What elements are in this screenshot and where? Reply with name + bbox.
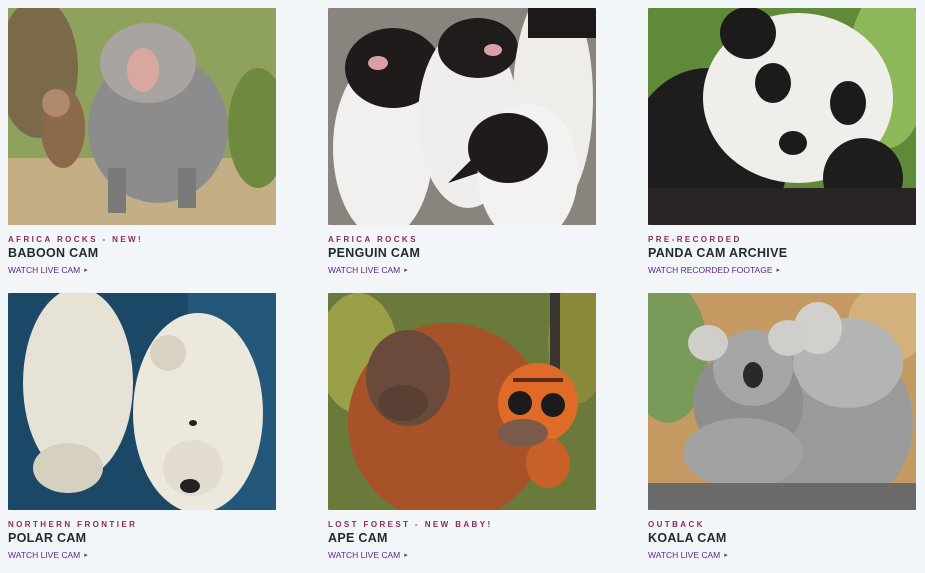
cam-title: BABOON CAM xyxy=(8,246,99,260)
baboon-photo[interactable] xyxy=(8,8,276,225)
arrow-right-icon: ▸ xyxy=(84,552,88,559)
cam-tag: Lost Forest - New Baby! xyxy=(328,520,493,529)
orangutan-photo[interactable] xyxy=(328,293,596,510)
cam-tag: Pre-Recorded xyxy=(648,235,742,244)
link-label: WATCH LIVE CAM xyxy=(328,265,401,275)
penguin-photo[interactable] xyxy=(328,8,596,225)
arrow-right-icon: ▸ xyxy=(404,552,408,559)
link-label: WATCH LIVE CAM xyxy=(328,550,401,560)
cam-card-baboon[interactable]: Africa Rocks - New! BABOON CAM WATCH LIV… xyxy=(8,8,276,293)
arrow-right-icon: ▸ xyxy=(724,552,728,559)
cam-card-koala[interactable]: Outback KOALA CAM WATCH LIVE CAM ▸ xyxy=(648,293,916,563)
cam-title: PANDA CAM ARCHIVE xyxy=(648,246,788,260)
cam-card-panda[interactable]: Pre-Recorded PANDA CAM ARCHIVE WATCH REC… xyxy=(648,8,916,293)
arrow-right-icon: ▸ xyxy=(776,267,781,274)
arrow-right-icon: ▸ xyxy=(404,267,408,274)
cam-grid: Africa Rocks - New! BABOON CAM WATCH LIV… xyxy=(8,8,916,563)
link-label: WATCH LIVE CAM xyxy=(648,550,721,560)
link-label: WATCH RECORDED FOOTAGE xyxy=(648,265,773,275)
cam-title: POLAR CAM xyxy=(8,531,87,545)
cam-tag: Outback xyxy=(648,520,705,529)
watch-live-cam-link[interactable]: WATCH LIVE CAM ▸ xyxy=(648,550,916,561)
cam-card-ape[interactable]: Lost Forest - New Baby! APE CAM WATCH LI… xyxy=(328,293,596,563)
cam-card-polar[interactable]: Northern Frontier POLAR CAM WATCH LIVE C… xyxy=(8,293,276,563)
watch-live-cam-link[interactable]: WATCH LIVE CAM ▸ xyxy=(328,550,596,561)
polar-bear-photo[interactable] xyxy=(8,293,276,510)
watch-recorded-footage-link[interactable]: WATCH RECORDED FOOTAGE ▸ xyxy=(648,265,916,276)
link-label: WATCH LIVE CAM xyxy=(8,550,81,560)
cam-tag: Northern Frontier xyxy=(8,520,138,529)
watch-live-cam-link[interactable]: WATCH LIVE CAM ▸ xyxy=(328,265,596,276)
cam-title: PENGUIN CAM xyxy=(328,246,421,260)
arrow-right-icon: ▸ xyxy=(84,267,88,274)
koala-photo[interactable] xyxy=(648,293,916,510)
cam-title: APE CAM xyxy=(328,531,388,545)
panda-photo[interactable] xyxy=(648,8,916,225)
cam-card-penguin[interactable]: Africa Rocks PENGUIN CAM WATCH LIVE CAM … xyxy=(328,8,596,293)
cam-tag: Africa Rocks xyxy=(328,235,418,244)
link-label: WATCH LIVE CAM xyxy=(8,265,81,275)
watch-live-cam-link[interactable]: WATCH LIVE CAM ▸ xyxy=(8,265,276,276)
cam-title: KOALA CAM xyxy=(648,531,727,545)
watch-live-cam-link[interactable]: WATCH LIVE CAM ▸ xyxy=(8,550,276,561)
cam-tag: Africa Rocks - New! xyxy=(8,235,144,244)
